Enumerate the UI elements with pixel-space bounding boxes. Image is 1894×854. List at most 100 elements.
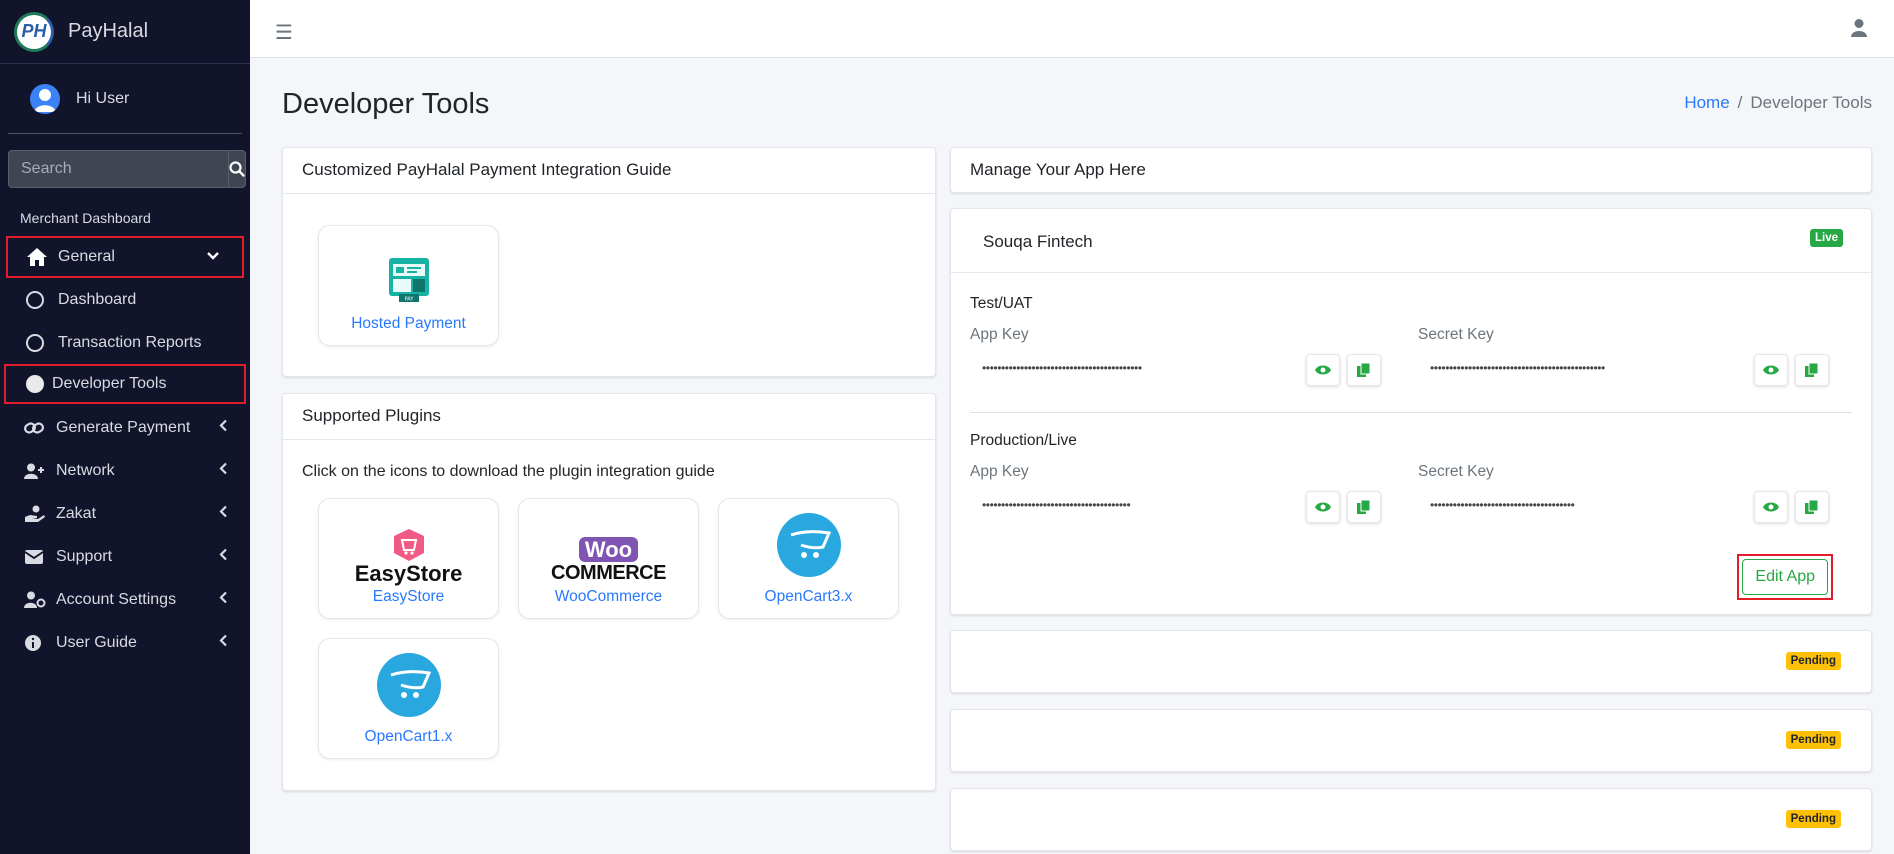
sidebar-item-dashboard[interactable]: Dashboard — [0, 278, 250, 321]
tile-label: Hosted Payment — [351, 315, 466, 332]
status-badge: Live — [1809, 229, 1843, 247]
hosted-payment-tile[interactable]: PAY Hosted Payment — [318, 225, 499, 346]
search-icon — [229, 161, 245, 177]
woocommerce-logo: Woo COMMERCE — [551, 536, 666, 584]
card-title: Manage Your App Here — [970, 160, 1146, 179]
link-icon — [24, 420, 50, 436]
page-title: Developer Tools — [282, 88, 490, 120]
show-key-button[interactable] — [1306, 354, 1340, 386]
edit-app-button[interactable]: Edit App — [1742, 559, 1828, 595]
user-account-icon[interactable] — [1850, 18, 1868, 43]
breadcrumb-current: Developer Tools — [1750, 93, 1872, 112]
card-title: Supported Plugins — [283, 394, 935, 440]
search-input[interactable] — [8, 150, 228, 188]
envelope-icon — [24, 549, 50, 565]
breadcrumb-separator: / — [1737, 93, 1743, 112]
home-icon — [26, 247, 52, 267]
copy-key-button[interactable] — [1347, 491, 1381, 523]
info-circle-icon — [24, 634, 50, 652]
user-panel[interactable]: Hi User — [8, 64, 242, 134]
show-key-button[interactable] — [1306, 491, 1340, 523]
eye-icon — [1763, 365, 1779, 375]
test-app-key-value: ••••••••••••••••••••••••••••••••••••••••… — [982, 361, 1142, 375]
sidebar-item-label: Support — [56, 547, 113, 565]
plugin-tile-easystore[interactable]: EasyStore EasyStore — [318, 498, 499, 619]
tile-label: WooCommerce — [554, 588, 663, 605]
svg-text:PAY: PAY — [404, 297, 414, 303]
eye-icon — [1315, 502, 1331, 512]
show-secret-button[interactable] — [1754, 354, 1788, 386]
sidebar-item-transaction-reports[interactable]: Transaction Reports — [0, 321, 250, 364]
app-key-label: App Key — [970, 463, 1029, 480]
copy-secret-button[interactable] — [1795, 491, 1829, 523]
plugins-hint: Click on the icons to download the plugi… — [302, 463, 715, 480]
topbar: ☰ — [250, 0, 1894, 58]
sidebar-item-label: Generate Payment — [56, 418, 191, 436]
app-key-label: App Key — [970, 326, 1029, 343]
search-button[interactable] — [228, 150, 246, 188]
circle-filled-icon — [26, 375, 44, 393]
sidebar-search — [8, 150, 246, 188]
secret-key-label: Secret Key — [1418, 326, 1494, 343]
eye-icon — [1763, 502, 1779, 512]
nav-header: Merchant Dashboard — [20, 210, 151, 226]
sidebar-item-label: Account Settings — [56, 590, 177, 608]
production-section-label: Production/Live — [970, 432, 1077, 449]
divider — [970, 412, 1852, 413]
breadcrumb: Home / Developer Tools — [1684, 93, 1872, 113]
sidebar-item-label: Dashboard — [58, 290, 137, 308]
sidebar-item-zakat[interactable]: Zakat — [0, 492, 250, 535]
prod-secret-key-value: •••••••••••••••••••••••••••••••••••••• — [1430, 498, 1575, 512]
pending-app-card[interactable]: Pending — [950, 709, 1872, 772]
user-plus-icon — [24, 463, 50, 479]
card-title: Customized PayHalal Payment Integration … — [283, 148, 935, 194]
show-secret-button[interactable] — [1754, 491, 1788, 523]
supported-plugins-card: Supported Plugins Click on the icons to … — [282, 393, 936, 791]
test-section-label: Test/UAT — [970, 295, 1033, 312]
pending-app-card[interactable]: Pending — [950, 788, 1872, 851]
chevron-left-icon — [218, 461, 228, 480]
copy-icon — [1805, 362, 1819, 377]
copy-icon — [1357, 362, 1371, 377]
sidebar-item-support[interactable]: Support — [0, 535, 250, 578]
copy-secret-button[interactable] — [1795, 354, 1829, 386]
chevron-left-icon — [218, 590, 228, 609]
copy-icon — [1805, 499, 1819, 514]
hamburger-menu-icon[interactable]: ☰ — [275, 20, 293, 45]
status-badge: Pending — [1785, 731, 1841, 749]
chevron-left-icon — [218, 633, 228, 652]
circle-icon — [26, 333, 44, 352]
status-badge: Pending — [1785, 652, 1841, 670]
chevron-left-icon — [218, 547, 228, 566]
sidebar-item-user-guide[interactable]: User Guide — [0, 621, 250, 664]
brand-name: PayHalal — [68, 20, 149, 42]
sidebar-item-developer-tools[interactable]: Developer Tools — [4, 364, 246, 404]
sidebar-item-general[interactable]: General — [6, 236, 244, 278]
sidebar-item-account-settings[interactable]: Account Settings — [0, 578, 250, 621]
eye-icon — [1315, 365, 1331, 375]
circle-icon — [26, 290, 44, 309]
opencart-logo — [376, 653, 441, 722]
plugin-tile-opencart1[interactable]: OpenCart1.x — [318, 638, 499, 759]
plugin-tile-woocommerce[interactable]: Woo COMMERCE WooCommerce — [518, 498, 699, 619]
sidebar-item-network[interactable]: Network — [0, 449, 250, 492]
prod-app-key-value: ••••••••••••••••••••••••••••••••••••••• — [982, 498, 1131, 512]
sidebar: PH PayHalal Hi User Merchant Dashboard G… — [0, 0, 250, 854]
sidebar-item-label: User Guide — [56, 633, 137, 651]
opencart-logo — [776, 513, 841, 582]
brand[interactable]: PH PayHalal — [0, 0, 250, 64]
manage-apps-card: Manage Your App Here — [950, 147, 1872, 193]
test-secret-key-value: ••••••••••••••••••••••••••••••••••••••••… — [1430, 361, 1605, 375]
sidebar-item-generate-payment[interactable]: Generate Payment — [0, 406, 250, 449]
tile-label: EasyStore — [372, 588, 445, 605]
plugin-tile-opencart3[interactable]: OpenCart3.x — [718, 498, 899, 619]
app-card: Souqa Fintech Live Test/UAT App Key ••••… — [950, 208, 1872, 615]
copy-key-button[interactable] — [1347, 354, 1381, 386]
hand-holding-icon — [24, 505, 50, 523]
pending-app-card[interactable]: Pending — [950, 630, 1872, 693]
payhalal-logo: PH — [14, 11, 54, 52]
breadcrumb-home-link[interactable]: Home — [1684, 93, 1729, 112]
copy-icon — [1357, 499, 1371, 514]
sidebar-item-label: Zakat — [56, 504, 97, 522]
user-cog-icon — [24, 591, 50, 609]
